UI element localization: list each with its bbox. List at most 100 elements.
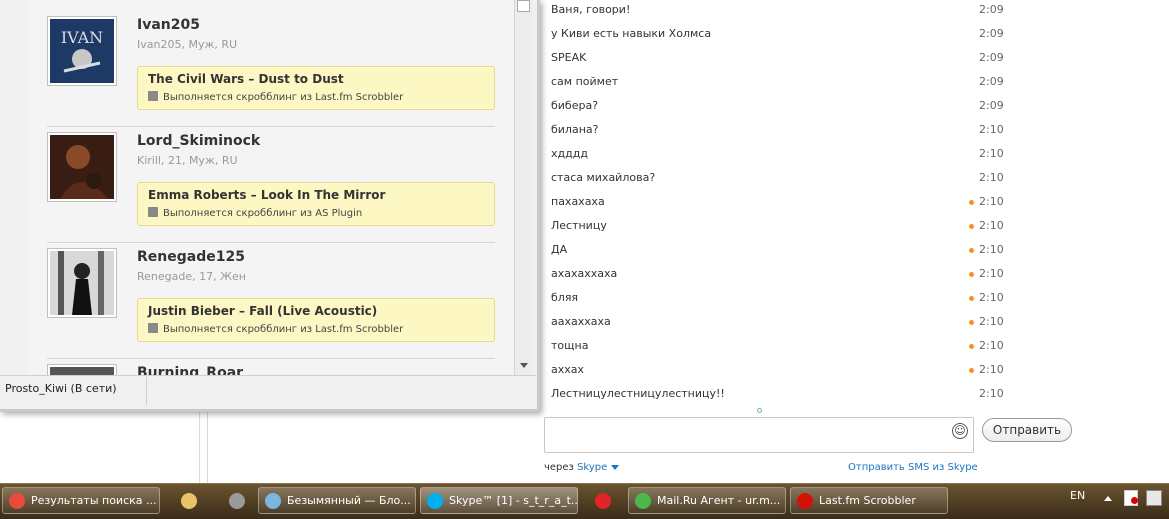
chat-message: SPEAK 2:09 [551,48,1004,72]
skype-icon [427,493,443,509]
message-text: Лестницулестницулестницу!! [551,387,725,400]
taskbar-item-label: Результаты поиска ... [31,494,157,507]
message-time: 2:10 [979,291,1004,304]
now-playing-box[interactable]: Justin Bieber – Fall (Live Acoustic) Выпо… [137,298,495,342]
unread-dot-icon [969,248,974,253]
friend-name[interactable]: Burning_Roar [137,365,243,375]
message-text: бляя [551,291,579,304]
via-prefix: через [544,462,574,473]
divider [146,377,147,405]
message-text: пахахаха [551,195,605,208]
message-time: 2:09 [979,51,1004,64]
divider [47,126,495,127]
taskbar-item-label: Last.fm Scrobbler [819,494,916,507]
emoticon-icon[interactable]: ☺ [952,423,968,439]
lastfm-friends-window: IVAN Ivan205 Ivan205, Муж, RU The Civil War… [0,0,540,412]
avatar[interactable] [47,364,117,375]
message-time: 2:10 [979,339,1004,352]
avatar[interactable]: IVAN [47,16,117,86]
chat-message: Лестницу 2:10 [551,216,1004,240]
chat-message: бляя 2:10 [551,288,1004,312]
friend-name[interactable]: Renegade125 [137,249,245,265]
message-time: 2:10 [979,123,1004,136]
taskbar-item[interactable]: Mail.Ru Агент - ur.m... [628,487,786,514]
taskbar-item[interactable]: Last.fm Scrobbler [790,487,948,514]
scrobbler-icon [148,91,158,101]
taskbar-item[interactable]: Результаты поиска ... [2,487,160,514]
show-hidden-icons-icon[interactable] [1104,496,1112,501]
taskbar-item[interactable]: Безымянный — Бло... [258,487,416,514]
chat-message: сам поймет 2:09 [551,72,1004,96]
taskbar-item[interactable] [588,487,616,514]
friend-entry[interactable]: Lord_Skiminock Kirill, 21, Муж, RU Emma Ro… [47,126,495,232]
chat-message: тощна 2:10 [551,336,1004,360]
message-time: 2:10 [979,219,1004,232]
message-text: ДА [551,243,568,256]
avatar[interactable] [47,132,117,202]
language-indicator[interactable]: EN [1070,489,1085,502]
track-title[interactable]: The Civil Wars – Dust to Dust [148,72,344,86]
unread-dot-icon [969,368,974,373]
scrollbar[interactable] [514,0,532,375]
scrobble-source: Выполняется скробблинг из AS Plugin [148,207,362,219]
unread-dot-icon [969,224,974,229]
message-time: 2:10 [979,195,1004,208]
now-playing-box[interactable]: Emma Roberts – Look In The Mirror Выполня… [137,182,495,226]
network-icon[interactable] [1146,490,1162,506]
message-text: SPEAK [551,51,587,64]
chat-message: билана? 2:10 [551,120,1004,144]
message-text: сам поймет [551,75,619,88]
chrome-icon [9,493,25,509]
message-time: 2:09 [979,99,1004,112]
notepad-icon [265,493,281,509]
friend-details: Kirill, 21, Муж, RU [137,154,238,167]
taskbar-item[interactable] [174,487,202,514]
send-button[interactable]: Отправить [982,418,1072,442]
scrobbler-icon [148,207,158,217]
scrobble-source: Выполняется скробблинг из Last.fm Scrobb… [148,91,403,103]
avatar[interactable] [47,248,117,318]
chat-message: у Киви есть навыки Холмса 2:09 [551,24,1004,48]
action-center-icon[interactable] [1124,490,1138,506]
unread-dot-icon [969,320,974,325]
message-input[interactable] [544,417,974,453]
message-text: ахахаххаха [551,267,618,280]
message-text: стаса михайлова? [551,171,656,184]
friend-name[interactable]: Ivan205 [137,17,200,33]
scroll-down-icon[interactable] [520,363,528,368]
now-playing-box[interactable]: The Civil Wars – Dust to Dust Выполняется… [137,66,495,110]
chevron-down-icon[interactable] [611,464,620,470]
message-time: 2:10 [979,147,1004,160]
friend-name[interactable]: Lord_Skiminock [137,133,260,149]
taskbar-item[interactable]: Skype™ [1] - s_t_r_a_t... [420,487,578,514]
friend-entry[interactable]: IVAN Ivan205 Ivan205, Муж, RU The Civil War… [47,16,495,116]
status-bar: Prosto_Kiwi (В сети) [0,375,536,405]
scrollbar-thumb[interactable] [517,0,530,12]
send-sms-link[interactable]: Отправить SMS из Skype [848,462,978,473]
track-title[interactable]: Emma Roberts – Look In The Mirror [148,188,385,202]
taskbar-item-label: Безымянный — Бло... [287,494,411,507]
taskbar-item[interactable] [222,487,250,514]
chat-message: аххах 2:10 [551,360,1004,384]
chat-message: аахаххаха 2:10 [551,312,1004,336]
track-title[interactable]: Justin Bieber – Fall (Live Acoustic) [148,304,377,318]
friend-entry[interactable]: Burning_Roar [47,358,495,375]
taskbar-item-label: Mail.Ru Агент - ur.m... [657,494,781,507]
message-text: аахаххаха [551,315,611,328]
history-marker [757,408,762,413]
message-time: 2:09 [979,3,1004,16]
friend-entry[interactable]: Renegade125 Renegade, 17, Жен Justin Biebe… [47,242,495,348]
unread-dot-icon [969,200,974,205]
scrobble-source: Выполняется скробблинг из Last.fm Scrobb… [148,323,403,335]
mailru-agent-icon [635,493,651,509]
message-text: Лестницу [551,219,607,232]
scrobble-source-text: Выполняется скробблинг из Last.fm Scrobb… [163,324,404,335]
via-skype-link[interactable]: Skype [577,462,607,473]
message-time: 2:10 [979,363,1004,376]
chat-message: ДА 2:10 [551,240,1004,264]
chat-history: Ваня, говори! 2:09 у Киви есть навыки Холм… [540,0,1169,410]
opera-icon [595,493,611,509]
chat-message: Ваня, говори! 2:09 [551,0,1004,24]
taskbar-item-label: Skype™ [1] - s_t_r_a_t... [449,494,578,507]
send-via-selector[interactable]: через Skype [544,462,620,473]
